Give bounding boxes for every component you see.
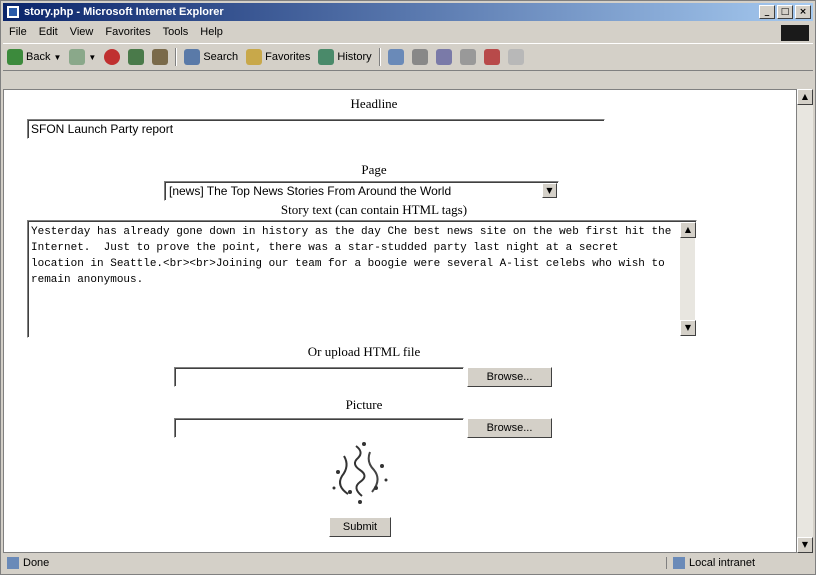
back-button[interactable]: Back ▼ [3, 49, 65, 65]
picture-file-input[interactable] [174, 418, 464, 438]
toolbar-separator [175, 48, 178, 66]
stop-button[interactable] [100, 49, 124, 65]
scroll-down-icon[interactable]: ▼ [797, 537, 813, 553]
standard-toolbar: Back ▼ ▼ Search Favorites History [3, 43, 813, 71]
story-textarea[interactable]: Yesterday has already gone down in histo… [27, 220, 697, 338]
menu-view[interactable]: View [64, 26, 100, 38]
upload-file-input[interactable] [174, 367, 464, 387]
scroll-down-icon[interactable]: ▼ [680, 320, 696, 336]
menu-edit[interactable]: Edit [33, 26, 64, 38]
close-button[interactable]: × [795, 5, 811, 19]
edit-button[interactable] [432, 49, 456, 65]
picture-label: Picture [345, 397, 383, 412]
discuss-button[interactable] [456, 49, 480, 65]
page-select[interactable]: [news] The Top News Stories From Around … [164, 181, 559, 201]
page-scrollbar[interactable]: ▲ ▼ [797, 89, 813, 553]
menu-bar: File Edit View Favorites Tools Help [3, 23, 813, 41]
page-content: Headline SFON Launch Party report Page [… [3, 89, 797, 553]
refresh-icon [128, 49, 145, 65]
research-icon [507, 49, 524, 65]
scroll-up-icon[interactable]: ▲ [680, 222, 696, 238]
submit-button[interactable]: Submit [329, 517, 391, 537]
favorites-label: Favorites [265, 51, 311, 63]
window-title: story.php - Microsoft Internet Explorer [24, 6, 224, 18]
story-picture [332, 442, 388, 504]
browser-window: story.php - Microsoft Internet Explorer … [0, 0, 816, 575]
chevron-down-icon[interactable]: ▼ [542, 183, 557, 198]
forward-arrow-icon [69, 49, 86, 65]
menu-favorites[interactable]: Favorites [99, 26, 156, 38]
search-icon [184, 49, 201, 65]
zone-section: Local intranet [666, 557, 813, 569]
discuss-icon [459, 49, 476, 65]
home-button[interactable] [148, 49, 172, 65]
title-bar: story.php - Microsoft Internet Explorer … [3, 3, 813, 21]
picture-browse-button[interactable]: Browse... [467, 418, 552, 438]
menu-tools[interactable]: Tools [157, 26, 195, 38]
maximize-button[interactable]: □ [777, 5, 793, 19]
home-icon [152, 49, 169, 65]
mail-icon [387, 49, 404, 65]
zone-text: Local intranet [689, 557, 756, 569]
chevron-down-icon: ▼ [88, 52, 97, 62]
headline-label: Headline [350, 96, 398, 111]
chevron-down-icon: ▼ [53, 52, 62, 62]
page-label: Page [361, 162, 387, 177]
favorites-icon [246, 49, 263, 65]
messenger-button[interactable] [480, 49, 504, 65]
ie-logo-icon [781, 25, 809, 41]
intranet-icon [673, 557, 685, 569]
status-bar: Done Local intranet [3, 554, 813, 572]
back-arrow-icon [7, 49, 23, 65]
story-text: Yesterday has already gone down in histo… [31, 226, 678, 286]
status-text: Done [23, 557, 50, 569]
refresh-button[interactable] [124, 49, 148, 65]
headline-input[interactable]: SFON Launch Party report [27, 119, 605, 139]
status-section: Done [3, 557, 666, 569]
history-button[interactable]: History [314, 49, 375, 65]
page-select-value: [news] The Top News Stories From Around … [169, 184, 452, 198]
forward-button[interactable]: ▼ [65, 49, 100, 65]
minimize-button[interactable]: _ [759, 5, 775, 19]
upload-label: Or upload HTML file [307, 344, 421, 359]
favorites-button[interactable]: Favorites [242, 49, 314, 65]
print-button[interactable] [408, 49, 432, 65]
search-button[interactable]: Search [180, 49, 242, 65]
story-label: Story text (can contain HTML tags) [280, 202, 468, 217]
menu-file[interactable]: File [3, 26, 33, 38]
ie-page-icon [6, 5, 20, 19]
page-done-icon [7, 557, 19, 569]
scroll-up-icon[interactable]: ▲ [797, 89, 813, 105]
print-icon [411, 49, 428, 65]
menu-help[interactable]: Help [194, 26, 229, 38]
history-label: History [337, 51, 372, 63]
upload-browse-button[interactable]: Browse... [467, 367, 552, 387]
history-icon [318, 49, 335, 65]
search-label: Search [203, 51, 239, 63]
window-controls: _ □ × [759, 5, 811, 19]
edit-icon [435, 49, 452, 65]
toolbar-separator [378, 48, 381, 66]
stop-icon [104, 49, 121, 65]
mail-button[interactable] [384, 49, 408, 65]
back-label: Back [26, 51, 51, 63]
research-button[interactable] [504, 49, 528, 65]
story-scrollbar[interactable]: ▲ ▼ [680, 222, 696, 336]
messenger-icon [483, 49, 500, 65]
